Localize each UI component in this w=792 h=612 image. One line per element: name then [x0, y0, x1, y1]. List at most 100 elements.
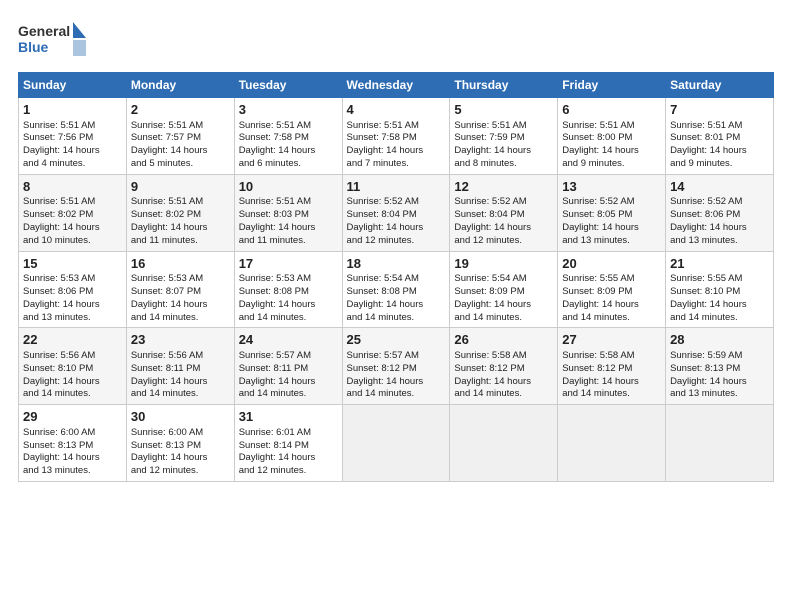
calendar-cell: 12Sunrise: 5:52 AMSunset: 8:04 PMDayligh…: [450, 174, 558, 251]
calendar-header-row: SundayMondayTuesdayWednesdayThursdayFrid…: [19, 73, 774, 98]
day-info-line: Sunset: 8:08 PM: [347, 286, 446, 299]
day-info-line: and 14 minutes.: [670, 312, 769, 325]
day-info-line: Daylight: 14 hours: [347, 299, 446, 312]
calendar-cell: 13Sunrise: 5:52 AMSunset: 8:05 PMDayligh…: [558, 174, 666, 251]
day-info-line: Daylight: 14 hours: [454, 299, 553, 312]
calendar-cell: 14Sunrise: 5:52 AMSunset: 8:06 PMDayligh…: [666, 174, 774, 251]
day-info-line: Daylight: 14 hours: [670, 145, 769, 158]
day-info-line: Sunrise: 5:56 AM: [131, 350, 230, 363]
calendar-week-2: 8Sunrise: 5:51 AMSunset: 8:02 PMDaylight…: [19, 174, 774, 251]
day-number: 29: [23, 408, 122, 426]
day-number: 2: [131, 101, 230, 119]
day-info-line: Sunset: 8:09 PM: [562, 286, 661, 299]
day-info-line: Daylight: 14 hours: [239, 452, 338, 465]
day-info-line: Daylight: 14 hours: [23, 145, 122, 158]
day-info-line: Daylight: 14 hours: [347, 222, 446, 235]
day-number: 1: [23, 101, 122, 119]
day-info-line: Sunrise: 5:51 AM: [347, 120, 446, 133]
day-info-line: and 12 minutes.: [347, 235, 446, 248]
calendar-cell: 30Sunrise: 6:00 AMSunset: 8:13 PMDayligh…: [126, 405, 234, 482]
day-info-line: Sunset: 8:09 PM: [454, 286, 553, 299]
day-info-line: Daylight: 14 hours: [562, 376, 661, 389]
day-info-line: Sunrise: 5:51 AM: [131, 196, 230, 209]
day-header-wednesday: Wednesday: [342, 73, 450, 98]
day-number: 22: [23, 331, 122, 349]
day-info-line: Sunrise: 5:51 AM: [562, 120, 661, 133]
calendar-cell: 1Sunrise: 5:51 AMSunset: 7:56 PMDaylight…: [19, 98, 127, 175]
day-info-line: Sunrise: 5:59 AM: [670, 350, 769, 363]
day-info-line: and 14 minutes.: [562, 388, 661, 401]
day-info-line: Sunrise: 5:52 AM: [670, 196, 769, 209]
calendar-week-5: 29 Sunrise: 6:00 AMSunset: 8:13 PM Dayligh…: [19, 405, 774, 482]
day-info-line: Sunrise: 5:51 AM: [239, 120, 338, 133]
day-info-line: Sunset: 8:12 PM: [347, 363, 446, 376]
calendar-cell: 29Sunrise: 6:00 AMSunset: 8:13 PMDayligh…: [19, 405, 127, 482]
day-info-line: Sunset: 8:12 PM: [454, 363, 553, 376]
calendar-body: 1Sunrise: 5:51 AMSunset: 7:56 PMDaylight…: [19, 98, 774, 482]
day-info-line: Sunrise: 5:51 AM: [454, 120, 553, 133]
day-number: 25: [347, 331, 446, 349]
day-info-line: and 11 minutes.: [131, 235, 230, 248]
day-info-line: Sunrise: 6:00 AM: [131, 427, 230, 440]
day-info-line: Sunrise: 5:51 AM: [131, 120, 230, 133]
day-number: 3: [239, 101, 338, 119]
day-info-line: Sunset: 7:59 PM: [454, 132, 553, 145]
day-info-line: and 8 minutes.: [454, 158, 553, 171]
day-info-line: Daylight: 14 hours: [670, 299, 769, 312]
day-header-tuesday: Tuesday: [234, 73, 342, 98]
calendar-cell: 15Sunrise: 5:53 AMSunset: 8:06 PMDayligh…: [19, 251, 127, 328]
day-info-line: Sunrise: 6:01 AM: [239, 427, 338, 440]
calendar-cell: 24Sunrise: 5:57 AMSunset: 8:11 PMDayligh…: [234, 328, 342, 405]
day-number: 5: [454, 101, 553, 119]
day-info-line: and 13 minutes.: [562, 235, 661, 248]
day-info-line: Sunrise: 5:53 AM: [131, 273, 230, 286]
day-number: 31: [239, 408, 338, 426]
day-info-line: Daylight: 14 hours: [23, 376, 122, 389]
day-number: 26: [454, 331, 553, 349]
calendar-week-4: 22Sunrise: 5:56 AMSunset: 8:10 PMDayligh…: [19, 328, 774, 405]
day-info-line: and 6 minutes.: [239, 158, 338, 171]
day-header-thursday: Thursday: [450, 73, 558, 98]
day-info-line: Sunset: 8:13 PM: [131, 440, 230, 453]
day-info-line: Daylight: 14 hours: [670, 376, 769, 389]
day-number: 7: [670, 101, 769, 119]
day-info-line: Daylight: 14 hours: [670, 222, 769, 235]
calendar-cell: 18Sunrise: 5:54 AMSunset: 8:08 PMDayligh…: [342, 251, 450, 328]
calendar-cell: 9Sunrise: 5:51 AMSunset: 8:02 PMDaylight…: [126, 174, 234, 251]
day-info-line: Daylight: 14 hours: [131, 299, 230, 312]
day-info-line: Sunset: 8:11 PM: [239, 363, 338, 376]
day-header-sunday: Sunday: [19, 73, 127, 98]
day-info-line: Sunrise: 5:58 AM: [562, 350, 661, 363]
calendar-cell: 20Sunrise: 5:55 AMSunset: 8:09 PMDayligh…: [558, 251, 666, 328]
day-info-line: and 13 minutes.: [23, 465, 122, 478]
day-number: 9: [131, 178, 230, 196]
day-header-monday: Monday: [126, 73, 234, 98]
day-info-line: Daylight: 14 hours: [454, 376, 553, 389]
day-number: 20: [562, 255, 661, 273]
day-info-line: Sunset: 8:06 PM: [23, 286, 122, 299]
day-info-line: Sunset: 7:58 PM: [347, 132, 446, 145]
day-info-line: Sunset: 8:07 PM: [131, 286, 230, 299]
day-info-line: and 4 minutes.: [23, 158, 122, 171]
day-info-line: and 14 minutes.: [131, 388, 230, 401]
day-number: 17: [239, 255, 338, 273]
logo: General Blue: [18, 20, 88, 62]
day-number: 30: [131, 408, 230, 426]
day-info-line: Daylight: 14 hours: [347, 376, 446, 389]
calendar-cell: 11Sunrise: 5:52 AMSunset: 8:04 PMDayligh…: [342, 174, 450, 251]
day-info-line: Daylight: 14 hours: [131, 222, 230, 235]
day-info-line: Daylight: 14 hours: [562, 145, 661, 158]
logo-svg: General Blue: [18, 20, 88, 62]
day-info-line: and 9 minutes.: [562, 158, 661, 171]
day-info-line: Sunrise: 5:52 AM: [562, 196, 661, 209]
day-info-line: Daylight: 14 hours: [239, 376, 338, 389]
day-info-line: and 13 minutes.: [670, 388, 769, 401]
day-info-line: and 9 minutes.: [670, 158, 769, 171]
day-info-line: and 14 minutes.: [562, 312, 661, 325]
calendar-cell: 10Sunrise: 5:51 AMSunset: 8:03 PMDayligh…: [234, 174, 342, 251]
day-info-line: Sunrise: 5:53 AM: [239, 273, 338, 286]
day-info-line: Daylight: 14 hours: [23, 222, 122, 235]
day-info-line: Sunrise: 5:56 AM: [23, 350, 122, 363]
day-info-line: and 14 minutes.: [239, 388, 338, 401]
calendar-table: SundayMondayTuesdayWednesdayThursdayFrid…: [18, 72, 774, 482]
